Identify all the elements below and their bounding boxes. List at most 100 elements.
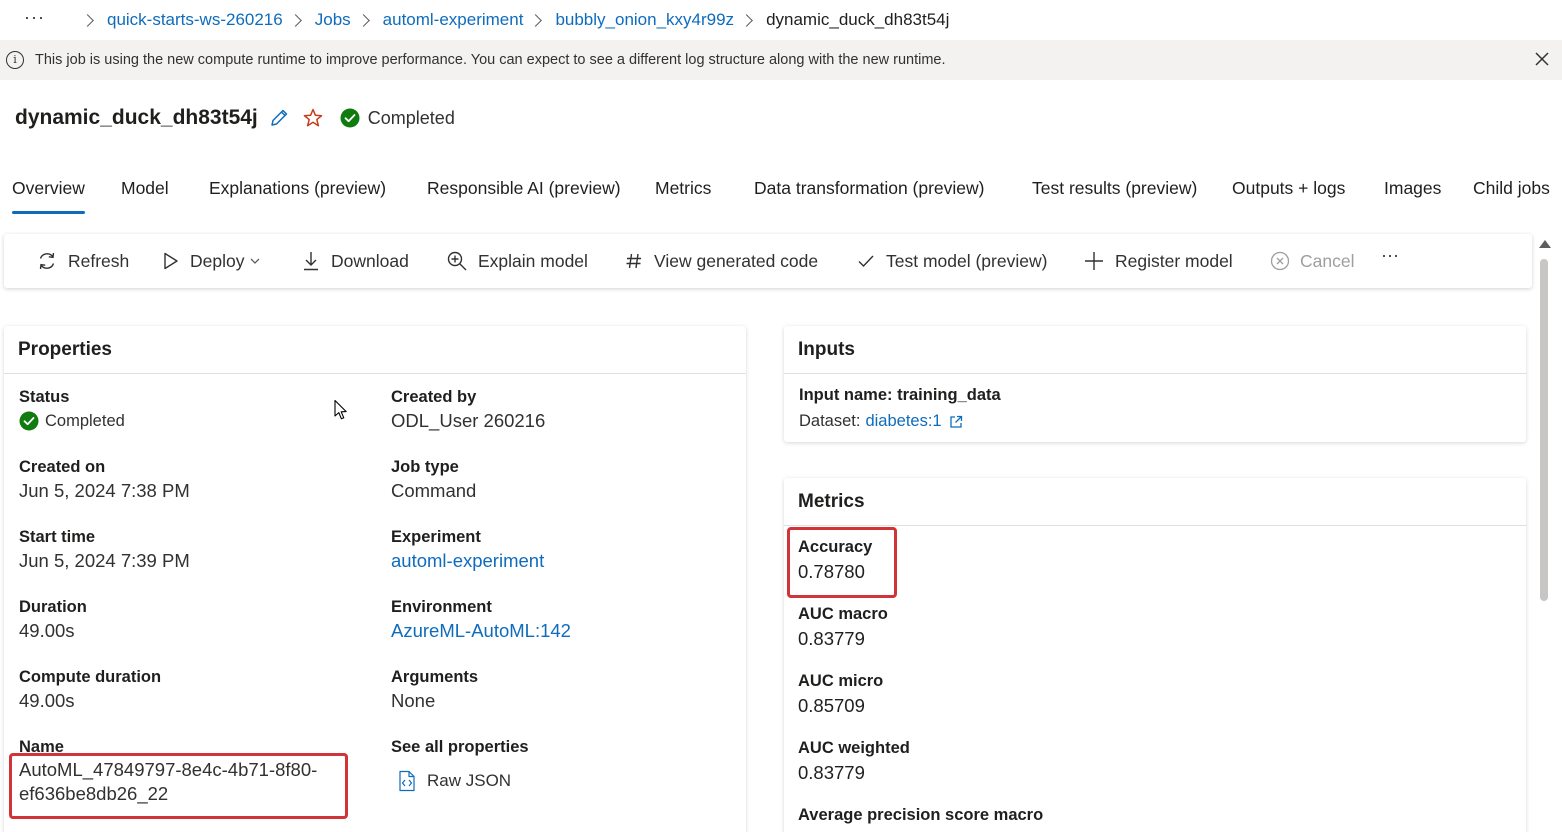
status-value: Completed xyxy=(19,411,125,431)
tab-overview[interactable]: Overview xyxy=(12,168,85,214)
breadcrumb-more-button[interactable]: ··· xyxy=(24,7,45,28)
experiment-link[interactable]: automl-experiment xyxy=(391,550,544,571)
register-model-label: Register model xyxy=(1115,250,1233,271)
metric-item: AUC weighted 0.83779 xyxy=(798,737,910,787)
play-icon xyxy=(164,252,178,270)
scroll-up-arrow-icon[interactable] xyxy=(1539,240,1551,248)
job-status-text: Completed xyxy=(367,107,455,128)
start-time-label: Start time xyxy=(19,528,96,546)
environment-property: Environment AzureML-AutoML:142 xyxy=(391,596,571,644)
tab-data-transformation[interactable]: Data transformation (preview) xyxy=(754,168,985,214)
breadcrumb-parent-job[interactable]: bubbly_onion_kxy4r99z xyxy=(555,10,734,30)
duration-value: 49.00s xyxy=(19,620,75,641)
chevron-right-icon xyxy=(740,13,753,27)
tab-bar: Overview Model Explanations (preview) Re… xyxy=(0,168,1562,214)
dataset-link[interactable]: diabetes:1 xyxy=(865,412,941,431)
properties-card: Properties Status Completed Created on J… xyxy=(4,326,746,832)
status-property: Status Completed xyxy=(19,386,125,431)
view-generated-code-label: View generated code xyxy=(654,250,819,271)
environment-link[interactable]: AzureML-AutoML:142 xyxy=(391,620,571,641)
metric-item: AUC micro 0.85709 xyxy=(798,670,883,720)
breadcrumb-workspace[interactable]: quick-starts-ws-260216 xyxy=(107,10,283,30)
created-by-label: Created by xyxy=(391,388,477,406)
metric-label: Accuracy xyxy=(798,538,873,556)
tab-responsible-ai[interactable]: Responsible AI (preview) xyxy=(427,168,621,214)
explain-model-button[interactable]: Explain model xyxy=(446,234,588,288)
breadcrumb: ··· quick-starts-ws-260216 Jobs automl-e… xyxy=(0,0,1562,40)
see-all-properties: See all properties Raw JSON xyxy=(391,736,529,792)
metrics-header: Metrics xyxy=(784,478,1526,526)
download-icon xyxy=(304,252,318,271)
breadcrumb-experiment[interactable]: automl-experiment xyxy=(383,10,524,30)
deploy-label: Deploy xyxy=(190,250,245,271)
info-icon: i xyxy=(6,51,24,69)
arguments-value: None xyxy=(391,690,436,711)
plus-icon xyxy=(1085,252,1103,270)
scrollbar-thumb[interactable] xyxy=(1540,259,1548,601)
refresh-icon xyxy=(39,252,55,270)
completed-status-icon xyxy=(340,108,360,128)
close-icon[interactable] xyxy=(1532,49,1552,69)
page-scrollbar[interactable] xyxy=(1536,234,1552,832)
metric-value: 0.85709 xyxy=(798,695,865,716)
raw-json-button[interactable]: Raw JSON xyxy=(397,770,529,792)
tab-explanations[interactable]: Explanations (preview) xyxy=(209,168,386,214)
banner-text: This job is using the new compute runtim… xyxy=(35,52,946,68)
code-file-icon xyxy=(399,770,415,792)
see-all-properties-label: See all properties xyxy=(391,738,529,756)
download-button[interactable]: Download xyxy=(301,234,409,288)
status-value-text: Completed xyxy=(45,411,125,430)
tab-outputs-logs[interactable]: Outputs + logs xyxy=(1232,168,1345,214)
metric-label: AUC macro xyxy=(798,605,888,623)
inputs-header: Inputs xyxy=(784,326,1526,374)
created-on-label: Created on xyxy=(19,458,106,476)
more-actions-button[interactable]: ··· xyxy=(1381,228,1399,282)
breadcrumb-jobs[interactable]: Jobs xyxy=(315,10,351,30)
metrics-card: Metrics Accuracy 0.78780 AUC macro 0.837… xyxy=(784,478,1526,832)
mouse-cursor-icon xyxy=(334,399,347,420)
breadcrumb-current: dynamic_duck_dh83t54j xyxy=(766,10,950,29)
cancel-button[interactable]: Cancel xyxy=(1270,234,1354,288)
completed-status-icon xyxy=(19,411,39,431)
tab-child-jobs[interactable]: Child jobs xyxy=(1473,168,1550,214)
raw-json-label: Raw JSON xyxy=(427,771,512,790)
compute-duration-label: Compute duration xyxy=(19,668,162,686)
deploy-button[interactable]: Deploy xyxy=(162,234,262,288)
name-property: Name AutoML_47849797-8e4c-4b71-8f80- ef6… xyxy=(19,736,317,806)
search-plus-icon xyxy=(447,251,467,271)
created-on-value: Jun 5, 2024 7:38 PM xyxy=(19,480,190,501)
job-type-value: Command xyxy=(391,480,477,501)
test-model-label: Test model (preview) xyxy=(886,250,1048,271)
experiment-label: Experiment xyxy=(391,528,481,546)
metric-value: 0.83779 xyxy=(798,762,865,783)
command-toolbar: Refresh Deploy Download Explain model Vi… xyxy=(4,234,1532,288)
tab-test-results[interactable]: Test results (preview) xyxy=(1032,168,1197,214)
created-on-property: Created on Jun 5, 2024 7:38 PM xyxy=(19,456,190,504)
view-generated-code-button[interactable]: View generated code xyxy=(624,234,818,288)
tab-model[interactable]: Model xyxy=(121,168,169,214)
refresh-button[interactable]: Refresh xyxy=(36,234,129,288)
arguments-property: Arguments None xyxy=(391,666,478,714)
edit-icon[interactable] xyxy=(268,107,290,129)
test-model-button[interactable]: Test model (preview) xyxy=(856,234,1047,288)
properties-header: Properties xyxy=(4,326,746,374)
name-value-line2: ef636be8db26_22 xyxy=(19,783,169,804)
hash-icon xyxy=(626,253,641,269)
created-by-value: ODL_User 260216 xyxy=(391,410,546,431)
compute-duration-property: Compute duration 49.00s xyxy=(19,666,161,714)
metric-item: AUC macro 0.83779 xyxy=(798,603,888,653)
refresh-label: Refresh xyxy=(68,250,130,271)
open-external-icon[interactable] xyxy=(948,414,964,430)
inputs-card: Inputs Input name: training_data Dataset… xyxy=(784,326,1526,442)
input-name: Input name: training_data xyxy=(799,386,1001,404)
cancel-circle-icon xyxy=(1270,251,1290,271)
environment-label: Environment xyxy=(391,598,492,616)
tab-images[interactable]: Images xyxy=(1384,168,1441,214)
job-title-row: dynamic_duck_dh83t54j Completed xyxy=(15,100,455,136)
job-type-label: Job type xyxy=(391,458,459,476)
info-banner: i This job is using the new compute runt… xyxy=(0,40,1562,80)
chevron-right-icon xyxy=(356,13,370,27)
register-model-button[interactable]: Register model xyxy=(1083,234,1233,288)
tab-metrics[interactable]: Metrics xyxy=(655,168,711,214)
favorite-star-icon[interactable] xyxy=(302,107,324,129)
